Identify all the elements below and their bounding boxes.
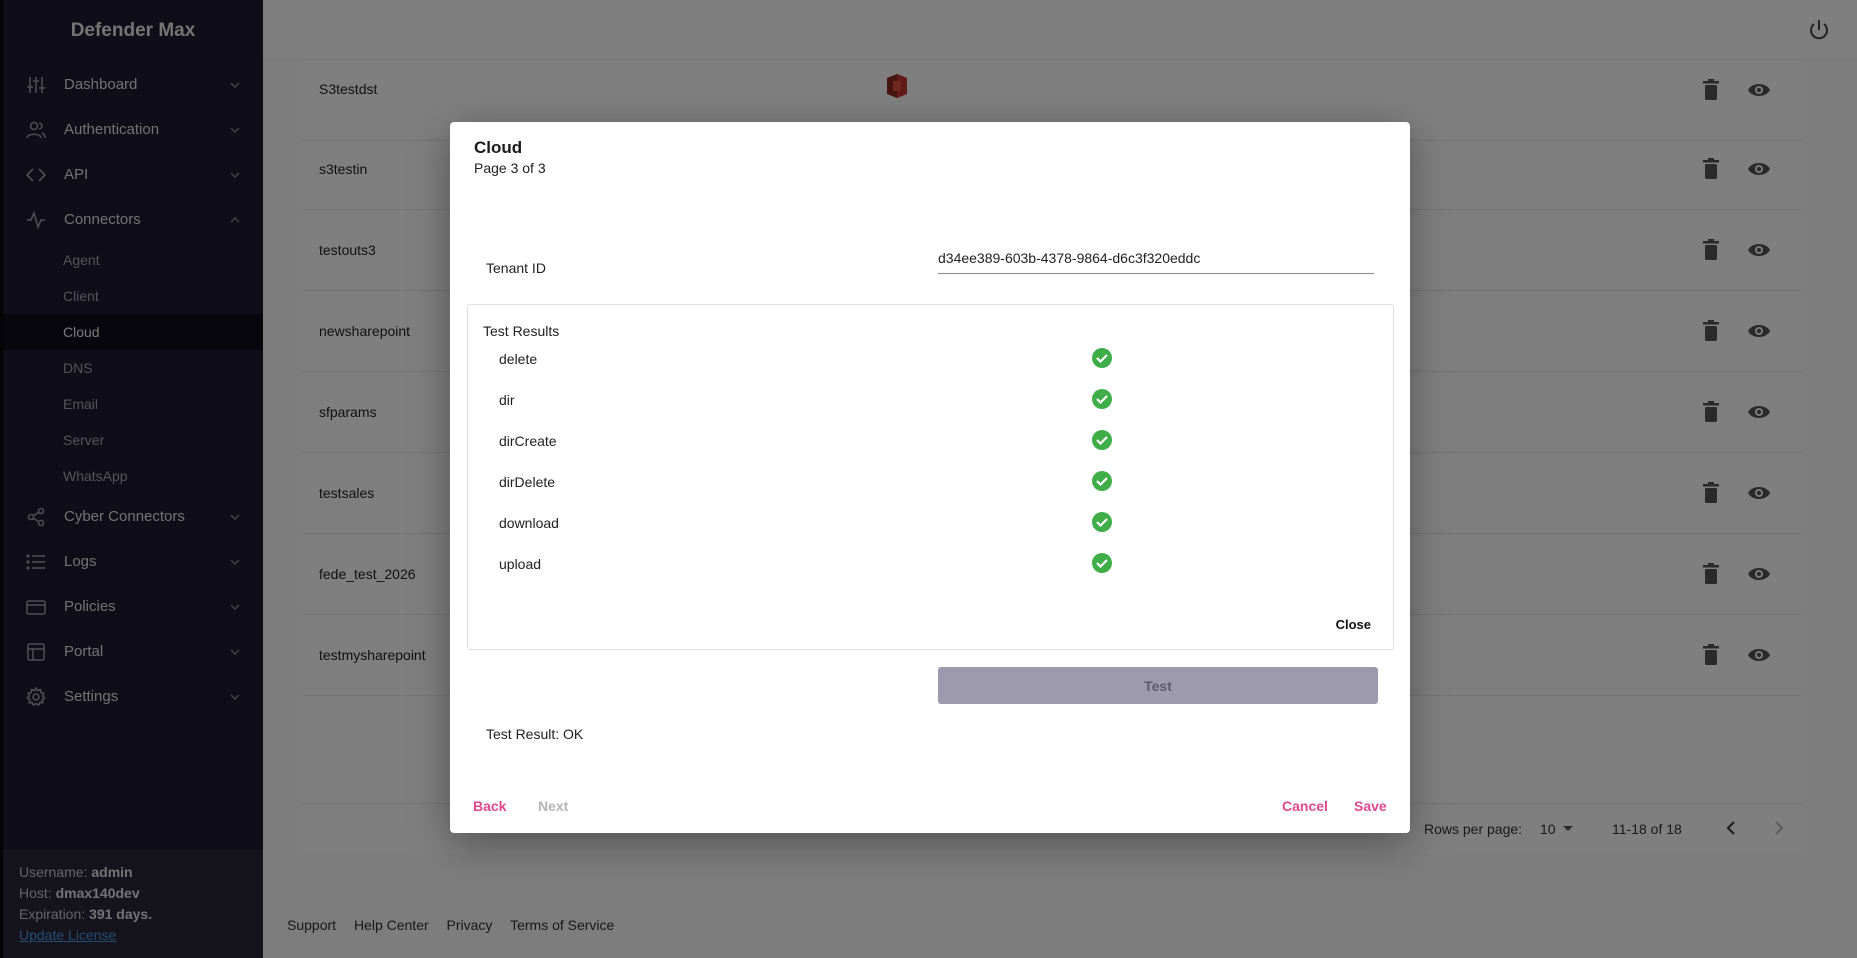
test-result-row: dir (499, 386, 1379, 414)
cloud-dialog: Cloud Page 3 of 3 Tenant ID Test Results… (450, 122, 1410, 833)
cancel-button[interactable]: Cancel (1282, 798, 1328, 814)
dialog-page-indicator: Page 3 of 3 (474, 160, 546, 176)
back-button[interactable]: Back (473, 798, 506, 814)
check-circle-icon (1091, 429, 1113, 451)
test-result-label: upload (499, 556, 542, 572)
test-result-status: Test Result: OK (486, 726, 584, 742)
test-result-row: download (499, 509, 1379, 537)
tenant-id-input[interactable] (938, 242, 1374, 274)
close-results-button[interactable]: Close (1336, 617, 1371, 632)
check-circle-icon (1091, 511, 1113, 533)
test-result-label: dirDelete (499, 474, 556, 490)
test-button[interactable]: Test (938, 667, 1378, 704)
test-result-row: delete (499, 345, 1379, 373)
test-result-label: download (499, 515, 559, 531)
test-results-title: Test Results (483, 323, 560, 339)
check-circle-icon (1091, 388, 1113, 410)
test-result-row: upload (499, 550, 1379, 578)
check-circle-icon (1091, 552, 1113, 574)
next-button[interactable]: Next (538, 798, 568, 814)
test-result-row: dirDelete (499, 468, 1379, 496)
check-circle-icon (1091, 470, 1113, 492)
test-result-label: dir (499, 392, 515, 408)
test-result-label: dirCreate (499, 433, 557, 449)
check-circle-icon (1091, 347, 1113, 369)
save-button[interactable]: Save (1354, 798, 1387, 814)
test-results-panel: Test Results delete dir dirCreate dirDel… (467, 304, 1394, 650)
test-result-row: dirCreate (499, 427, 1379, 455)
test-result-label: delete (499, 351, 538, 367)
dialog-title: Cloud (474, 138, 523, 157)
tenant-id-label: Tenant ID (486, 260, 546, 276)
